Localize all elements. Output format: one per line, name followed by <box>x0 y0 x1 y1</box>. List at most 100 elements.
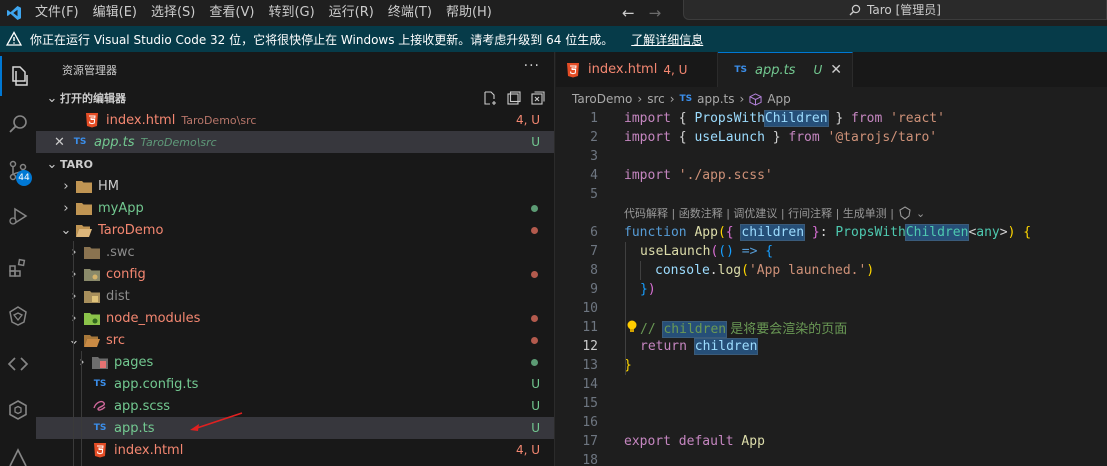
tree-folder-pages[interactable]: › pages <box>36 351 554 373</box>
source-control-icon[interactable]: 44 <box>0 150 36 190</box>
tree-folder-myapp[interactable]: › myApp <box>36 197 554 219</box>
open-editor-app-ts[interactable]: ✕ TS app.ts TaroDemo\src U <box>36 131 554 153</box>
line-number: 13 <box>582 358 598 373</box>
run-debug-icon[interactable] <box>0 196 36 236</box>
chevron-right-icon: › <box>66 266 82 282</box>
new-untitled-file-icon[interactable] <box>482 90 498 106</box>
tree-item-label: config <box>106 266 146 282</box>
typescript-file-icon: TS <box>93 379 107 389</box>
code-line: 1 import { PropsWithChildren } from 'rea… <box>556 109 1107 128</box>
tree-item-label: TaroDemo <box>98 222 164 238</box>
line-number: 18 <box>582 453 598 466</box>
folder-icon <box>76 200 92 216</box>
menu-help[interactable]: 帮助(H) <box>439 0 499 26</box>
editor-area: index.html 4, U TS app.ts U ✕ TaroDemo ›… <box>556 52 1107 466</box>
menu-file[interactable]: 文件(F) <box>28 0 86 26</box>
chevron-right-icon: › <box>637 92 643 106</box>
menu-go[interactable]: 转到(G) <box>261 0 321 26</box>
tree-folder-node-modules[interactable]: › node_modules <box>36 307 554 329</box>
code-text: // children 是将要会渲染的页面 <box>640 321 848 338</box>
code-line: 10 <box>556 299 1107 318</box>
more-actions-icon[interactable]: ··· <box>524 58 540 74</box>
close-tab-icon[interactable]: ✕ <box>830 62 842 78</box>
search-icon[interactable] <box>0 104 36 144</box>
tree-folder-swc[interactable]: › .swc <box>36 241 554 263</box>
tree-folder-tarodemo[interactable]: ⌄ TaroDemo <box>36 219 554 241</box>
tongyi-assistant-icon[interactable] <box>0 296 36 336</box>
close-all-icon[interactable] <box>530 90 546 106</box>
typescript-file-icon: TS <box>73 137 87 147</box>
line-number: 6 <box>590 225 598 240</box>
line-number: 2 <box>590 130 598 145</box>
code-line: 18 <box>556 451 1107 466</box>
codelens-text[interactable]: 代码解释 | 函数注释 | 调优建议 | 行间注释 | 生成单测 | <box>624 205 894 221</box>
tongyi-lens-icon[interactable] <box>898 206 912 220</box>
tab-index-html[interactable]: index.html 4, U <box>556 52 719 87</box>
indent-guide <box>81 351 82 466</box>
arrow-left-icon[interactable]: ← <box>622 4 635 22</box>
html-file-icon <box>567 62 579 77</box>
tree-file-app-config-ts[interactable]: TS app.config.ts U <box>36 373 554 395</box>
workspace-root-header[interactable]: ⌄ TARO <box>36 153 554 175</box>
sass-file-icon <box>92 398 108 414</box>
folder-pages-icon <box>92 354 108 370</box>
menu-selection[interactable]: 选择(S) <box>144 0 202 26</box>
lightbulb-icon[interactable] <box>626 319 638 335</box>
chevron-down-icon: ⌄ <box>60 222 72 238</box>
folder-icon <box>76 178 92 194</box>
title-bar: 文件(F) 编辑(E) 选择(S) 查看(V) 转到(G) 运行(R) 终端(T… <box>0 0 1107 26</box>
open-editor-filename: index.html <box>106 112 176 128</box>
line-number: 16 <box>582 415 598 430</box>
line-number: 10 <box>582 301 598 316</box>
tree-folder-config[interactable]: › config <box>36 263 554 285</box>
folder-node-icon <box>84 310 100 326</box>
save-all-icon[interactable] <box>506 90 522 106</box>
chevron-down-icon[interactable]: ⌄ <box>916 207 925 220</box>
open-editors-header[interactable]: ⌄ 打开的编辑器 <box>36 87 554 109</box>
menu-terminal[interactable]: 终端(T) <box>381 0 439 26</box>
codelens-actions[interactable]: 代码解释 | 函数注释 | 调优建议 | 行间注释 | 生成单测 | ⌄ <box>624 205 925 221</box>
line-number: 14 <box>582 377 598 392</box>
source-control-badge: 44 <box>16 170 32 186</box>
tree-item-status: 4, U <box>515 443 540 457</box>
untracked-dot <box>531 204 538 212</box>
menu-edit[interactable]: 编辑(E) <box>86 0 144 26</box>
breadcrumb-item[interactable]: src <box>647 92 665 106</box>
tree-file-app-scss[interactable]: app.scss U <box>36 395 554 417</box>
tree-folder-src[interactable]: ⌄ src <box>36 329 554 351</box>
tree-item-label: app.ts <box>114 420 155 436</box>
tree-item-label: index.html <box>114 442 184 458</box>
tab-app-ts[interactable]: TS app.ts U ✕ <box>718 52 853 87</box>
tree-folder-hm[interactable]: › HM <box>36 175 554 197</box>
code-line: 15 <box>556 394 1107 413</box>
extensions-icon[interactable] <box>0 248 36 288</box>
tree-file-index-html[interactable]: index.html 4, U <box>36 439 554 461</box>
tree-folder-dist[interactable]: › dist <box>36 285 554 307</box>
tree-item-label: dist <box>106 288 130 304</box>
chevron-down-icon: ⌄ <box>46 90 58 106</box>
code-assistant-icon[interactable] <box>0 344 36 384</box>
breadcrumb-item[interactable]: app.ts <box>697 92 734 106</box>
menu-view[interactable]: 查看(V) <box>202 0 261 26</box>
code-text: import { PropsWithChildren } from 'react… <box>624 110 945 127</box>
cube-icon[interactable] <box>0 390 36 430</box>
code-text: console.log('App launched.') <box>655 263 875 278</box>
menu-run[interactable]: 运行(R) <box>322 0 381 26</box>
command-center[interactable]: Taro [管理员] <box>683 0 1107 20</box>
breadcrumb-item[interactable]: TaroDemo <box>572 92 632 106</box>
editor-tabs: index.html 4, U TS app.ts U ✕ <box>556 52 1107 87</box>
code-line: 9 }) <box>556 280 1107 299</box>
tree-item-label: pages <box>114 354 154 370</box>
line-number: 3 <box>590 149 598 164</box>
close-editor-icon[interactable]: ✕ <box>54 135 68 150</box>
tab-label: index.html <box>588 62 658 77</box>
breadcrumb-item[interactable]: App <box>767 92 790 106</box>
command-center-label: Taro [管理员] <box>867 3 941 17</box>
tree-file-app-ts[interactable]: TS app.ts U <box>36 417 554 439</box>
explorer-icon[interactable] <box>0 56 36 96</box>
untracked-dot <box>531 358 538 366</box>
remote-icon[interactable] <box>0 438 36 466</box>
arrow-right-icon[interactable]: → <box>649 4 662 22</box>
banner-learn-more-link[interactable]: 了解详细信息 <box>631 31 703 48</box>
open-editor-index-html[interactable]: index.html TaroDemo\src 4, U <box>36 109 554 131</box>
